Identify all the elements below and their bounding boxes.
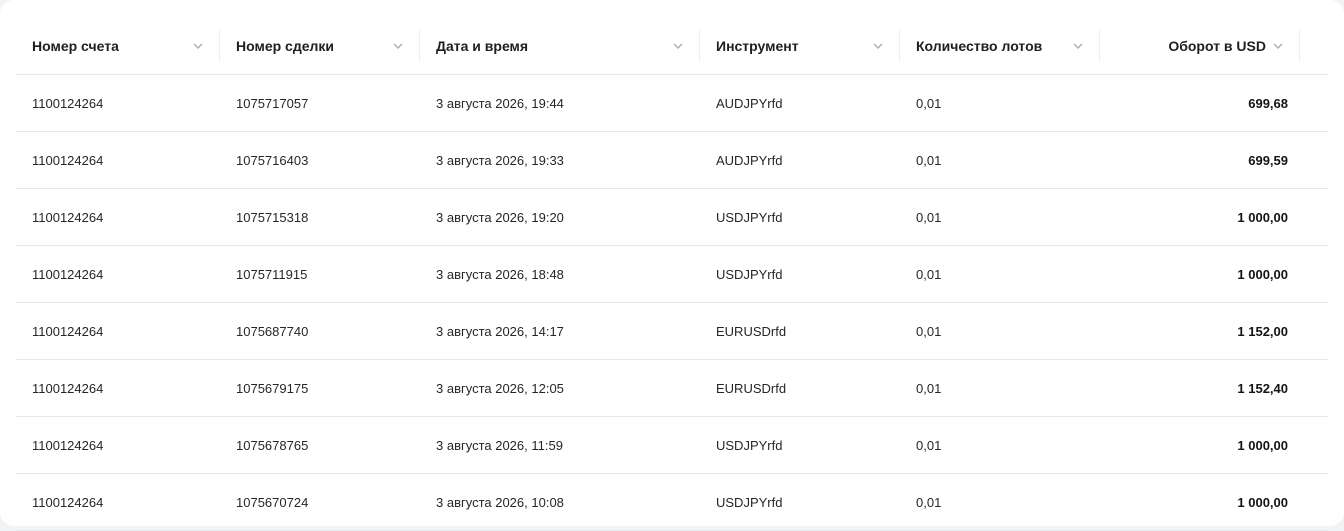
cell-turnover: 1 000,00 — [1237, 437, 1288, 453]
column-header-instrument[interactable]: Инструмент — [700, 30, 900, 62]
cell-instrument: USDJPYrfd — [716, 494, 783, 510]
deals-table-card: Номер счета Номер сделки Дата и время Ин… — [0, 0, 1344, 531]
cell-instrument: EURUSDrfd — [716, 323, 787, 339]
cell-lots: 0,01 — [916, 95, 942, 111]
cell-datetime: 3 августа 2026, 19:33 — [436, 152, 564, 168]
cell-instrument: AUDJPYrfd — [716, 95, 783, 111]
cell-account: 1100124264 — [32, 494, 104, 510]
cell-turnover: 1 000,00 — [1237, 494, 1288, 510]
table-row[interactable]: 1100124264 1075717057 3 августа 2026, 19… — [16, 75, 1328, 132]
chevron-down-icon — [1072, 40, 1084, 52]
cell-turnover: 1 000,00 — [1237, 209, 1288, 225]
cell-deal: 1075670724 — [236, 494, 309, 510]
cell-account: 1100124264 — [32, 95, 104, 111]
cell-datetime: 3 августа 2026, 12:05 — [436, 380, 564, 396]
table-row[interactable]: 1100124264 1075678765 3 августа 2026, 11… — [16, 417, 1328, 474]
column-header-label: Оборот в USD — [1168, 38, 1266, 54]
table-row[interactable]: 1100124264 1075670724 3 августа 2026, 10… — [16, 474, 1328, 531]
cell-lots: 0,01 — [916, 152, 942, 168]
cell-account: 1100124264 — [32, 380, 104, 396]
cell-instrument: AUDJPYrfd — [716, 152, 783, 168]
cell-datetime: 3 августа 2026, 19:44 — [436, 95, 564, 111]
chevron-down-icon — [1272, 40, 1284, 52]
chevron-down-icon — [192, 40, 204, 52]
cell-instrument: EURUSDrfd — [716, 380, 787, 396]
cell-lots: 0,01 — [916, 494, 942, 510]
column-header-label: Дата и время — [436, 38, 529, 54]
column-header-label: Номер счета — [32, 38, 119, 54]
table-row[interactable]: 1100124264 1075687740 3 августа 2026, 14… — [16, 303, 1328, 360]
column-header-lots[interactable]: Количество лотов — [900, 30, 1100, 62]
cell-lots: 0,01 — [916, 266, 942, 282]
cell-datetime: 3 августа 2026, 19:20 — [436, 209, 564, 225]
cell-deal: 1075711915 — [236, 266, 308, 282]
cell-account: 1100124264 — [32, 209, 104, 225]
deals-table: Номер счета Номер сделки Дата и время Ин… — [16, 18, 1328, 531]
cell-account: 1100124264 — [32, 323, 104, 339]
cell-turnover: 1 152,00 — [1237, 323, 1288, 339]
table-row[interactable]: 1100124264 1075716403 3 августа 2026, 19… — [16, 132, 1328, 189]
chevron-down-icon — [392, 40, 404, 52]
cell-deal: 1075717057 — [236, 95, 309, 111]
cell-account: 1100124264 — [32, 437, 104, 453]
cell-lots: 0,01 — [916, 380, 942, 396]
cell-deal: 1075716403 — [236, 152, 309, 168]
column-header-account[interactable]: Номер счета — [16, 30, 220, 62]
table-row[interactable]: 1100124264 1075679175 3 августа 2026, 12… — [16, 360, 1328, 417]
column-header-deal[interactable]: Номер сделки — [220, 30, 420, 62]
column-header-label: Количество лотов — [916, 38, 1043, 54]
cell-account: 1100124264 — [32, 152, 104, 168]
column-header-label: Номер сделки — [236, 38, 335, 54]
cell-datetime: 3 августа 2026, 14:17 — [436, 323, 564, 339]
cell-datetime: 3 августа 2026, 10:08 — [436, 494, 564, 510]
chevron-down-icon — [872, 40, 884, 52]
cell-deal: 1075687740 — [236, 323, 309, 339]
cell-lots: 0,01 — [916, 437, 942, 453]
cell-turnover: 699,59 — [1248, 152, 1288, 168]
chevron-down-icon — [672, 40, 684, 52]
cell-lots: 0,01 — [916, 323, 942, 339]
cell-turnover: 1 152,40 — [1237, 380, 1288, 396]
cell-deal: 1075679175 — [236, 380, 309, 396]
cell-deal: 1075678765 — [236, 437, 309, 453]
cell-datetime: 3 августа 2026, 11:59 — [436, 437, 563, 453]
cell-instrument: USDJPYrfd — [716, 209, 783, 225]
column-header-label: Инструмент — [716, 38, 799, 54]
table-row[interactable]: 1100124264 1075715318 3 августа 2026, 19… — [16, 189, 1328, 246]
cell-turnover: 699,68 — [1248, 95, 1288, 111]
cell-instrument: USDJPYrfd — [716, 437, 783, 453]
cell-datetime: 3 августа 2026, 18:48 — [436, 266, 564, 282]
cell-deal: 1075715318 — [236, 209, 309, 225]
cell-turnover: 1 000,00 — [1237, 266, 1288, 282]
cell-account: 1100124264 — [32, 266, 104, 282]
table-header: Номер счета Номер сделки Дата и время Ин… — [16, 18, 1328, 75]
cell-lots: 0,01 — [916, 209, 942, 225]
table-row[interactable]: 1100124264 1075711915 3 августа 2026, 18… — [16, 246, 1328, 303]
column-header-datetime[interactable]: Дата и время — [420, 30, 700, 62]
cell-instrument: USDJPYrfd — [716, 266, 783, 282]
column-header-turnover[interactable]: Оборот в USD — [1100, 30, 1300, 62]
